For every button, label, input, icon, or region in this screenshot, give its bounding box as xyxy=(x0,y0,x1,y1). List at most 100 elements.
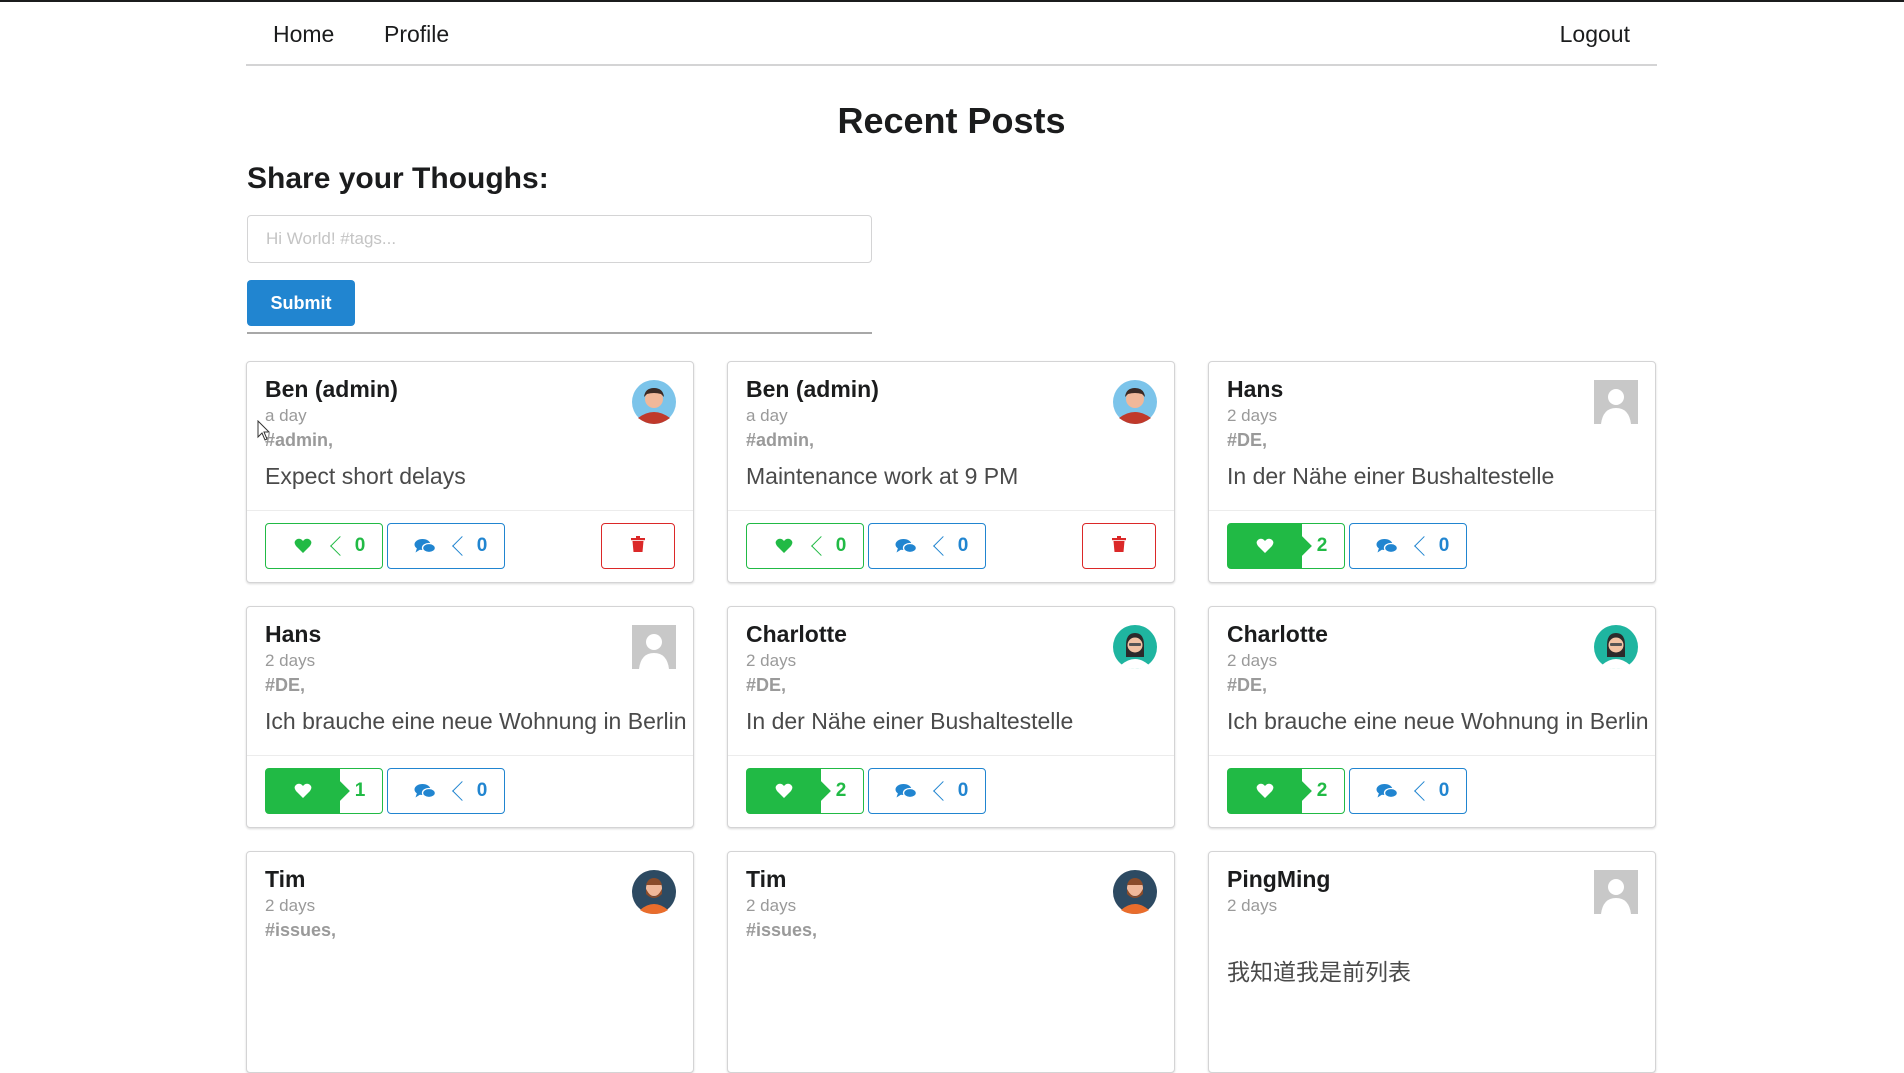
heart-icon xyxy=(266,769,340,813)
nav-profile-link[interactable]: Profile xyxy=(384,21,449,48)
post-card: Hans 2 days #DE, Ich brauche eine neue Wohn… xyxy=(246,606,694,828)
post-tags[interactable]: #DE, xyxy=(265,675,305,696)
like-count: 0 xyxy=(835,535,847,556)
delete-post-button[interactable] xyxy=(601,523,675,569)
placeholder-avatar-icon xyxy=(1594,380,1638,424)
posts-grid: Ben (admin) a day #admin, Expect short dela… xyxy=(246,361,1657,1073)
like-button[interactable]: 1 xyxy=(265,768,383,814)
post-content: Ich brauche eine neue Wohnung in Berlin xyxy=(265,708,687,734)
post-time: 2 days xyxy=(265,651,316,670)
post-actions: 2 0 xyxy=(1209,510,1655,582)
post-author[interactable]: Charlotte xyxy=(746,621,847,648)
post-actions: 2 0 xyxy=(728,755,1174,827)
page-title: Recent Posts xyxy=(837,100,1066,141)
post-author[interactable]: Ben (admin) xyxy=(746,376,879,403)
comment-count: 0 xyxy=(476,535,488,556)
post-time: 2 days xyxy=(1227,406,1278,425)
like-count: 2 xyxy=(1316,535,1328,556)
like-button[interactable]: 2 xyxy=(746,768,864,814)
male-avatar-icon xyxy=(632,380,676,424)
female-avatar-icon xyxy=(1594,625,1638,669)
like-count: 2 xyxy=(1316,780,1328,801)
post-author[interactable]: PingMing xyxy=(1227,866,1330,893)
bearded-avatar-icon xyxy=(1113,870,1157,914)
post-author[interactable]: Ben (admin) xyxy=(265,376,398,403)
post-author[interactable]: Charlotte xyxy=(1227,621,1328,648)
post-card: PingMing 2 days 我知道我是前列表 xyxy=(1208,851,1656,1073)
post-tags[interactable]: #DE, xyxy=(1227,430,1267,451)
comment-button[interactable]: 0 xyxy=(868,768,986,814)
post-tags[interactable]: #DE, xyxy=(746,675,786,696)
comment-count: 0 xyxy=(1438,535,1450,556)
post-author[interactable]: Hans xyxy=(1227,376,1283,403)
heart-icon xyxy=(747,769,821,813)
post-content: Expect short delays xyxy=(265,463,466,489)
nav-logout-link[interactable]: Logout xyxy=(1560,21,1630,48)
heart-icon xyxy=(266,524,340,568)
post-time: 2 days xyxy=(1227,651,1278,670)
delete-post-button[interactable] xyxy=(1082,523,1156,569)
post-actions: 1 0 xyxy=(247,755,693,827)
post-tags[interactable]: #issues, xyxy=(265,920,336,941)
heart-icon xyxy=(1228,769,1302,813)
app-container: Home Profile Logout Recent Posts Share y… xyxy=(246,2,1657,1073)
comments-icon xyxy=(1350,769,1424,813)
comment-button[interactable]: 0 xyxy=(387,768,505,814)
comments-icon xyxy=(869,524,943,568)
post-input[interactable] xyxy=(247,215,872,263)
heart-icon xyxy=(747,524,821,568)
top-navigation: Home Profile Logout xyxy=(246,2,1657,66)
like-button[interactable]: 0 xyxy=(746,523,864,569)
trash-icon xyxy=(1112,535,1126,557)
post-actions: 2 0 xyxy=(1209,755,1655,827)
post-content: Maintenance work at 9 PM xyxy=(746,463,1019,489)
placeholder-avatar-icon xyxy=(1594,870,1638,914)
post-tags[interactable]: #DE, xyxy=(1227,675,1267,696)
post-content: 我知道我是前列表 xyxy=(1227,959,1411,985)
comment-button[interactable]: 0 xyxy=(387,523,505,569)
post-actions: 0 0 xyxy=(728,510,1174,582)
like-count: 0 xyxy=(354,535,366,556)
nav-home-link[interactable]: Home xyxy=(273,21,334,48)
comment-count: 0 xyxy=(476,780,488,801)
heart-icon xyxy=(1228,524,1302,568)
submit-button[interactable]: Submit xyxy=(247,280,355,326)
post-time: 2 days xyxy=(746,651,797,670)
post-card: Hans 2 days #DE, In der Nähe einer Bushalte… xyxy=(1208,361,1656,583)
post-time: 2 days xyxy=(746,896,797,915)
share-form-title: Share your Thoughs: xyxy=(247,162,549,195)
mouse-cursor-icon xyxy=(257,420,271,441)
bearded-avatar-icon xyxy=(632,870,676,914)
post-card: Ben (admin) a day #admin, Expect short dela… xyxy=(246,361,694,583)
trash-icon xyxy=(631,535,645,557)
comment-count: 0 xyxy=(957,535,969,556)
female-avatar-icon xyxy=(1113,625,1157,669)
comments-icon xyxy=(869,769,943,813)
post-tags[interactable]: #admin, xyxy=(746,430,814,451)
comment-button[interactable]: 0 xyxy=(1349,768,1467,814)
post-card: Ben (admin) a day #admin, Maintenance work … xyxy=(727,361,1175,583)
post-content: In der Nähe einer Bushaltestelle xyxy=(746,708,1074,734)
post-time: 2 days xyxy=(265,896,316,915)
post-author[interactable]: Tim xyxy=(265,866,305,893)
comment-count: 0 xyxy=(1438,780,1450,801)
post-content: In der Nähe einer Bushaltestelle xyxy=(1227,463,1555,489)
like-button[interactable]: 2 xyxy=(1227,768,1345,814)
post-card: Charlotte 2 days #DE, In der Nähe einer Bus… xyxy=(727,606,1175,828)
post-time: a day xyxy=(746,406,788,425)
comments-icon xyxy=(388,769,462,813)
like-button[interactable]: 2 xyxy=(1227,523,1345,569)
post-time: a day xyxy=(265,406,307,425)
comment-button[interactable]: 0 xyxy=(1349,523,1467,569)
like-button[interactable]: 0 xyxy=(265,523,383,569)
comment-count: 0 xyxy=(957,780,969,801)
form-divider xyxy=(247,332,872,334)
post-tags[interactable]: #admin, xyxy=(265,430,333,451)
comment-button[interactable]: 0 xyxy=(868,523,986,569)
post-card: Charlotte 2 days #DE, Ich brauche eine neue… xyxy=(1208,606,1656,828)
post-author[interactable]: Hans xyxy=(265,621,321,648)
like-count: 2 xyxy=(835,780,847,801)
post-tags[interactable]: #issues, xyxy=(746,920,817,941)
post-time: 2 days xyxy=(1227,896,1278,915)
post-author[interactable]: Tim xyxy=(746,866,786,893)
